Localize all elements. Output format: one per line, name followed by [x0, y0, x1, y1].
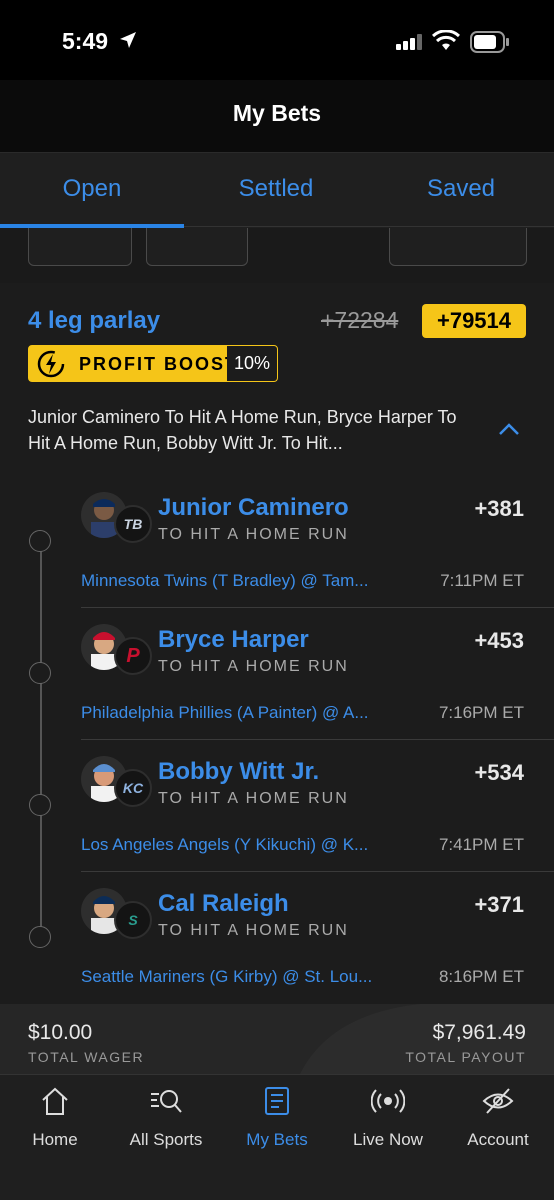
leg-player-name[interactable]: Cal Raleigh	[158, 890, 289, 918]
team-logo: P	[114, 637, 152, 675]
filter-dropdown-sport[interactable]	[28, 228, 132, 266]
total-wager-label: TOTAL WAGER	[28, 1049, 145, 1065]
team-logo: KC	[114, 769, 152, 807]
leg-game-time: 7:11PM ET	[440, 571, 524, 590]
chevron-up-icon[interactable]	[498, 422, 520, 436]
leg-odds: +453	[474, 628, 524, 653]
leg-game-link[interactable]: Seattle Mariners (G Kirby) @ St. Lou...	[81, 967, 417, 987]
leg-marker	[29, 662, 51, 684]
tab-saved[interactable]: Saved	[369, 175, 553, 203]
leg-marker	[29, 926, 51, 948]
page-title: My Bets	[232, 100, 322, 126]
home-icon	[42, 1087, 68, 1115]
parlay-title: 4 leg parlay	[28, 307, 161, 334]
location-arrow-icon	[120, 32, 136, 48]
original-odds: +72284	[321, 307, 399, 333]
total-payout-value: $7,961.49	[432, 1021, 526, 1044]
leg-game-time: 7:41PM ET	[438, 835, 524, 854]
nav-label: All Sports	[129, 1130, 203, 1149]
wifi-icon	[432, 30, 460, 50]
divider	[81, 871, 554, 872]
live-broadcast-icon	[371, 1089, 405, 1113]
team-logo: TB	[114, 505, 152, 543]
nav-my-bets[interactable]: My Bets	[222, 1086, 332, 1150]
nav-label: My Bets	[246, 1130, 308, 1149]
leg-player-name[interactable]: Bryce Harper	[158, 626, 309, 654]
nav-live-now[interactable]: Live Now	[333, 1086, 443, 1150]
leg-market: TO HIT A HOME RUN	[158, 658, 349, 675]
leg-game-time: 8:16PM ET	[438, 967, 524, 986]
boosted-odds-badge: +79514	[422, 304, 526, 338]
leg-odds: +534	[474, 760, 524, 785]
filter-dropdown-sort[interactable]	[389, 228, 527, 266]
leg-player-name[interactable]: Junior Caminero	[158, 494, 349, 522]
boost-percentage: 10%	[227, 346, 277, 381]
leg-market: TO HIT A HOME RUN	[158, 526, 349, 543]
leg-game-time: 7:16PM ET	[438, 703, 524, 722]
profit-boost-badge: PROFIT BOOST 10%	[28, 345, 278, 382]
tab-open[interactable]: Open	[0, 175, 184, 203]
bets-tabs: Open Settled Saved	[0, 152, 554, 229]
tab-settled[interactable]: Settled	[184, 175, 368, 203]
leg-marker	[29, 794, 51, 816]
leg-player-name[interactable]: Bobby Witt Jr.	[158, 758, 319, 786]
total-payout-label: TOTAL PAYOUT	[405, 1049, 526, 1065]
status-time: 5:49	[62, 28, 109, 54]
total-wager-value: $10.00	[28, 1021, 93, 1044]
boost-label: PROFIT BOOST	[79, 354, 238, 374]
leg-odds: +381	[474, 496, 524, 521]
nav-label: Account	[467, 1130, 529, 1149]
nav-account[interactable]: Account	[443, 1086, 553, 1150]
parlay-summary: Junior Caminero To Hit A Home Run, Bryce…	[28, 407, 457, 453]
leg-game-link[interactable]: Los Angeles Angels (Y Kikuchi) @ K...	[81, 835, 417, 855]
signal-icon	[396, 34, 422, 50]
lightning-boost-icon	[37, 350, 65, 378]
eye-off-icon	[482, 1088, 514, 1114]
divider	[184, 226, 554, 227]
nav-all-sports[interactable]: All Sports	[111, 1086, 221, 1150]
leg-odds: +371	[474, 892, 524, 917]
divider	[81, 739, 554, 740]
team-logo: S	[114, 901, 152, 939]
battery-icon	[470, 31, 509, 53]
bet-slip-icon	[265, 1087, 289, 1115]
filter-bar	[0, 228, 554, 283]
leg-market: TO HIT A HOME RUN	[158, 790, 349, 807]
divider	[81, 607, 554, 608]
leg-marker	[29, 530, 51, 552]
search-sports-icon	[151, 1090, 182, 1113]
nav-label: Home	[32, 1130, 78, 1149]
filter-dropdown-type[interactable]	[146, 228, 248, 266]
leg-timeline	[40, 540, 42, 940]
nav-label: Live Now	[353, 1130, 423, 1149]
nav-home[interactable]: Home	[0, 1086, 110, 1150]
leg-game-link[interactable]: Minnesota Twins (T Bradley) @ Tam...	[81, 571, 417, 591]
leg-market: TO HIT A HOME RUN	[158, 922, 349, 939]
leg-game-link[interactable]: Philadelphia Phillies (A Painter) @ A...	[81, 703, 417, 723]
